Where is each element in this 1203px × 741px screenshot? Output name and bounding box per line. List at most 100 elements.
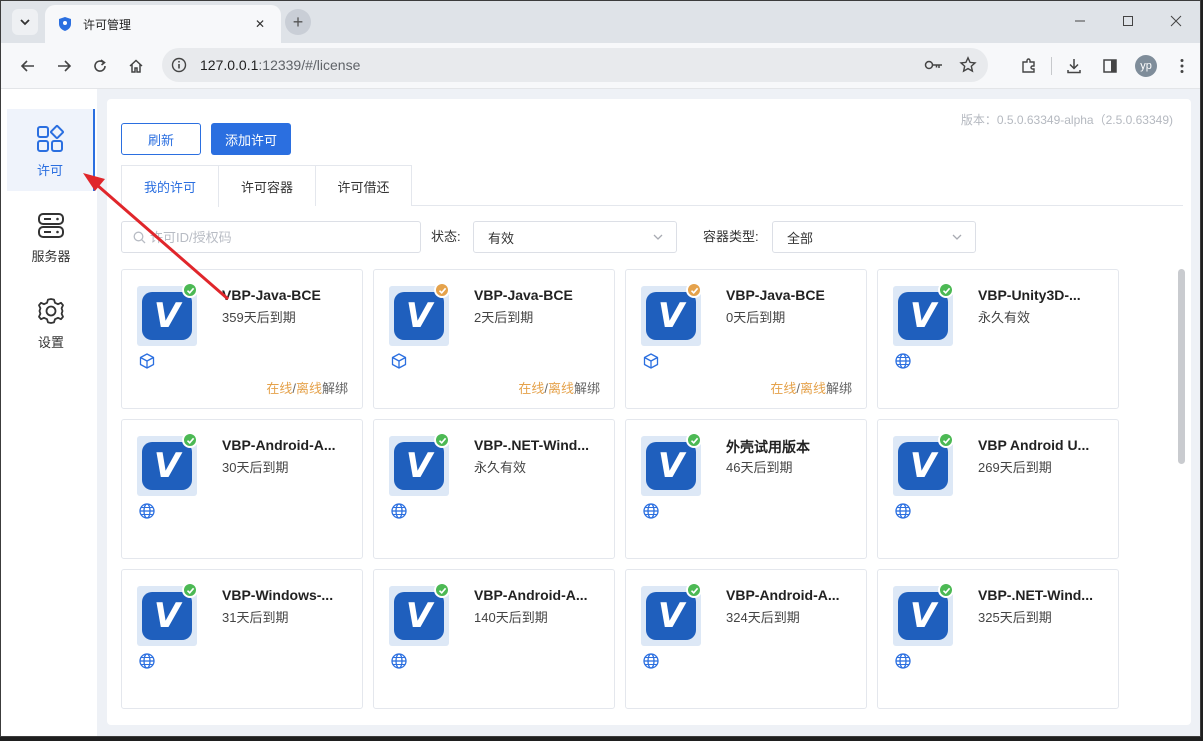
toolbar-divider [1051,57,1052,75]
check-circle-icon [182,282,198,298]
license-card[interactable]: V VBP Android U... 269天后到期 [877,419,1119,559]
container-filter-label: 容器类型: [703,229,759,244]
url-text[interactable]: 127.0.0.1:12339/#/license [200,57,920,73]
extensions-icon[interactable] [1011,52,1047,80]
license-name: VBP-Java-BCE [222,287,321,303]
virbox-v-icon: V [646,442,696,490]
unbind-link[interactable]: 解绑 [322,381,348,396]
new-tab-button[interactable]: + [285,9,311,35]
license-expiry: 0天后到期 [726,310,786,325]
license-card[interactable]: V VBP-Unity3D-... 永久有效 [877,269,1119,409]
tab-search-button[interactable] [12,9,38,35]
license-name: VBP-Java-BCE [726,287,825,303]
license-name: VBP-.NET-Wind... [474,437,589,453]
offline-link[interactable]: 离线 [548,381,574,396]
virbox-v-icon: V [142,292,192,340]
license-card[interactable]: V VBP-.NET-Wind... 永久有效 [373,419,615,559]
container-type-select[interactable]: 全部 [772,221,976,253]
license-name: VBP-Java-BCE [474,287,573,303]
tab-title: 许可管理 [83,17,132,32]
minimize-button[interactable] [1056,1,1104,41]
license-expiry: 永久有效 [978,310,1031,325]
scrollbar-thumb[interactable] [1178,269,1185,464]
license-expiry: 269天后到期 [978,460,1052,475]
virbox-v-icon: V [394,592,444,640]
forward-button[interactable] [50,52,78,80]
reload-button[interactable] [86,52,114,80]
status-select[interactable]: 有效 [473,221,677,253]
online-link[interactable]: 在线 [518,381,544,396]
side-panel-icon[interactable] [1092,52,1128,80]
tab-my-license[interactable]: 我的许可 [121,165,219,207]
check-circle-icon [182,432,198,448]
info-icon[interactable] [168,54,190,76]
license-card[interactable]: V VBP-Android-A... 140天后到期 [373,569,615,709]
license-expiry: 359天后到期 [222,310,296,325]
virbox-v-icon: V [646,592,696,640]
browser-window: 许可管理 ✕ + 127.0.0.1:12339/#/license yp 许可… [0,0,1201,737]
address-bar[interactable]: 127.0.0.1:12339/#/license [162,48,988,82]
virbox-v-icon: V [142,592,192,640]
check-circle-icon [686,582,702,598]
unbind-link[interactable]: 解绑 [574,381,600,396]
profile-button[interactable]: yp [1128,52,1164,80]
license-card[interactable]: V VBP-Java-BCE 0天后到期 在线/离线解绑 [625,269,867,409]
tab-license-borrow[interactable]: 许可借还 [315,165,412,206]
add-license-button[interactable]: 添加许可 [211,123,291,155]
online-link[interactable]: 在线 [770,381,796,396]
download-icon[interactable] [1056,52,1092,80]
license-expiry: 325天后到期 [978,610,1052,625]
license-card[interactable]: V VBP-Java-BCE 2天后到期 在线/离线解绑 [373,269,615,409]
virbox-v-icon: V [898,442,948,490]
license-card[interactable]: V VBP-Android-A... 30天后到期 [121,419,363,559]
license-expiry: 30天后到期 [222,460,289,475]
key-icon[interactable] [920,51,948,79]
check-circle-icon [434,432,450,448]
license-card[interactable]: V VBP-.NET-Wind... 325天后到期 [877,569,1119,709]
sidebar-item-settings[interactable]: 设置 [7,281,95,363]
sidebar-item-server[interactable]: 服务器 [7,195,95,277]
url-host: 127.0.0.1 [200,57,259,73]
search-box [121,221,421,253]
star-icon[interactable] [954,51,982,79]
tab-license-container[interactable]: 许可容器 [218,165,316,206]
container-select-value: 全部 [787,230,814,246]
license-card[interactable]: V VBP-Java-BCE 359天后到期 在线/离线解绑 [121,269,363,409]
check-circle-icon [938,432,954,448]
window-controls [1056,1,1200,43]
globe-icon [894,502,912,520]
shield-icon [57,16,73,32]
offline-link[interactable]: 离线 [800,381,826,396]
globe-icon [390,652,408,670]
license-expiry: 2天后到期 [474,310,534,325]
warning-check-icon [434,282,450,298]
arrow-right-icon [58,60,72,72]
home-button[interactable] [122,52,150,80]
license-name: VBP-.NET-Wind... [978,587,1093,603]
license-name: VBP-Android-A... [222,437,336,453]
cube-icon [138,352,156,370]
license-card[interactable]: V 外壳试用版本 46天后到期 [625,419,867,559]
refresh-button[interactable]: 刷新 [121,123,201,155]
maximize-button[interactable] [1104,1,1152,41]
version-text: 版本：0.5.0.63349-alpha（2.5.0.63349) [960,113,1173,127]
warning-check-icon [686,282,702,298]
close-icon[interactable]: ✕ [251,17,269,31]
sidebar-item-license[interactable]: 许可 [7,109,95,191]
unbind-link[interactable]: 解绑 [826,381,852,396]
browser-tab[interactable]: 许可管理 ✕ [45,5,281,43]
offline-link[interactable]: 离线 [296,381,322,396]
search-input[interactable] [150,229,400,245]
close-window-button[interactable] [1152,1,1200,41]
app-area: 许可 服务器 设置 版本：0.5.0.63349-alpha（2.5.0.633… [1,89,1200,736]
license-name: VBP-Android-A... [726,587,840,603]
more-menu-icon[interactable] [1164,52,1200,80]
minimize-icon [1075,20,1085,22]
arrow-left-icon [20,60,34,72]
maximize-icon [1123,16,1133,26]
chevron-down-icon [652,231,664,243]
license-card[interactable]: V VBP-Windows-... 31天后到期 [121,569,363,709]
online-link[interactable]: 在线 [266,381,292,396]
back-button[interactable] [14,52,42,80]
license-card[interactable]: V VBP-Android-A... 324天后到期 [625,569,867,709]
